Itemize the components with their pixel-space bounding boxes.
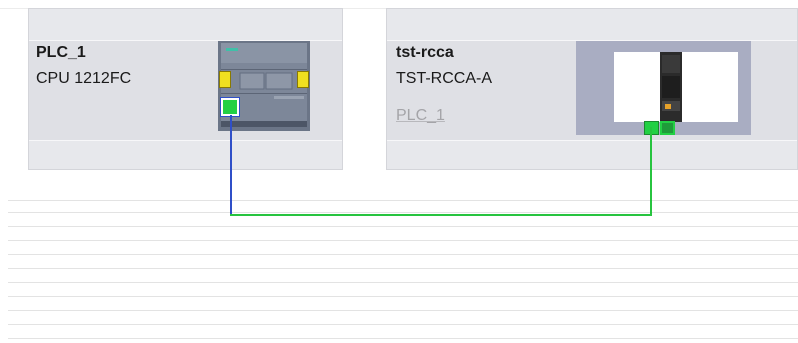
device-footer-strip [29, 140, 342, 169]
grid-line [8, 254, 798, 255]
connection-wire-controller-segment[interactable] [230, 115, 232, 216]
grid-line [8, 200, 798, 201]
connection-wire-horizontal[interactable] [230, 214, 652, 216]
module-indicator-right [297, 71, 309, 88]
device-header-strip [29, 9, 342, 41]
device-type: TST-RCCA-A [396, 70, 492, 87]
grid-line [8, 226, 798, 227]
grid-line [8, 324, 798, 325]
grid-line [8, 212, 798, 213]
device-box-plc-1[interactable]: PLC_1 CPU 1212FC [28, 8, 343, 170]
device-type: CPU 1212FC [36, 70, 132, 87]
device-image-frame[interactable] [576, 41, 751, 135]
profinet-port-plc-1[interactable] [220, 97, 240, 117]
grid-line [8, 310, 798, 311]
device-name[interactable]: PLC_1 [36, 44, 86, 62]
assigned-controller-link[interactable]: PLC_1 [396, 107, 445, 125]
grid-line [8, 282, 798, 283]
connection-wire-device-segment[interactable] [650, 127, 652, 216]
grid-line [8, 296, 798, 297]
module-indicator-left [219, 71, 231, 88]
io-device-icon [660, 52, 682, 122]
profinet-port-2[interactable] [660, 121, 675, 135]
device-header-strip [387, 9, 797, 41]
device-name[interactable]: tst-rcca [396, 44, 454, 62]
device-box-tst-rcca[interactable]: tst-rcca TST-RCCA-A PLC_1 [386, 8, 798, 170]
network-view-canvas[interactable]: PLC_1 CPU 1212FC tst-rcca TST-RCCA-A PLC… [0, 0, 798, 343]
grid-line [8, 338, 798, 339]
grid-line [8, 240, 798, 241]
device-footer-strip [387, 140, 797, 169]
grid-line [8, 268, 798, 269]
